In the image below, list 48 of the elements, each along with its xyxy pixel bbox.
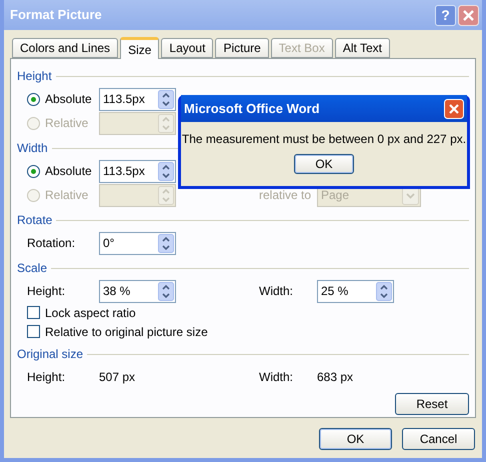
message-text: The measurement must be between 0 px and 227 px. (182, 131, 466, 148)
info-label: Height: (27, 369, 66, 386)
spin-arrows-icon[interactable] (158, 282, 174, 300)
info-label: Width: (259, 369, 294, 386)
spin-field[interactable] (99, 112, 176, 134)
spin-field[interactable]: 0° (99, 232, 176, 254)
spin-field[interactable]: 38 % (99, 280, 176, 302)
tab[interactable]: Colors and Lines (12, 38, 118, 58)
section-heading: Width (17, 140, 48, 157)
radio-label: Relative (45, 187, 88, 204)
spin-arrows-icon[interactable] (158, 90, 174, 108)
info-value: 507 px (99, 369, 136, 386)
checkbox[interactable] (27, 325, 40, 338)
close-icon[interactable] (458, 4, 479, 26)
field-label: Height: (27, 283, 66, 300)
window-title: Format Picture (9, 6, 103, 24)
radio-button[interactable] (27, 92, 40, 106)
info-value: 683 px (317, 369, 354, 386)
spin-field[interactable]: 25 % (317, 280, 394, 302)
field-label: Width: (259, 283, 294, 300)
message-ok-button[interactable]: OK (294, 154, 354, 174)
spin-arrows-icon[interactable] (158, 234, 174, 252)
tab[interactable]: Picture (215, 38, 269, 58)
tab[interactable]: Size (120, 37, 160, 59)
checkbox[interactable] (27, 306, 40, 319)
section-heading: Original size (17, 346, 84, 363)
radio-button[interactable] (27, 164, 40, 178)
section-heading: Scale (17, 260, 48, 277)
spin-field[interactable]: 113.5px (99, 88, 176, 110)
spin-arrows-icon[interactable] (376, 282, 392, 300)
radio-label: Relative (45, 115, 88, 132)
reset-button[interactable]: Reset (395, 393, 469, 415)
dialog-button[interactable]: OK (319, 428, 392, 450)
field-label: relative to (259, 187, 312, 204)
tab[interactable]: Layout (161, 38, 214, 58)
spin-field[interactable]: 113.5px (99, 160, 176, 182)
field-label: Rotation: (27, 235, 76, 252)
tab[interactable]: Alt Text (334, 38, 390, 58)
radio-label: Absolute (45, 163, 92, 180)
checkbox-label: Lock aspect ratio (45, 304, 136, 322)
section-heading: Rotate (17, 212, 52, 229)
radio-label: Absolute (45, 91, 92, 108)
checkbox-label: Relative to original picture size (45, 324, 208, 340)
spin-arrows-icon[interactable] (158, 162, 174, 180)
section-heading: Height (17, 68, 52, 85)
spin-field[interactable] (99, 184, 176, 206)
message-title: Microsoft Office Word (184, 100, 321, 118)
dialog-button[interactable]: Cancel (402, 428, 475, 450)
